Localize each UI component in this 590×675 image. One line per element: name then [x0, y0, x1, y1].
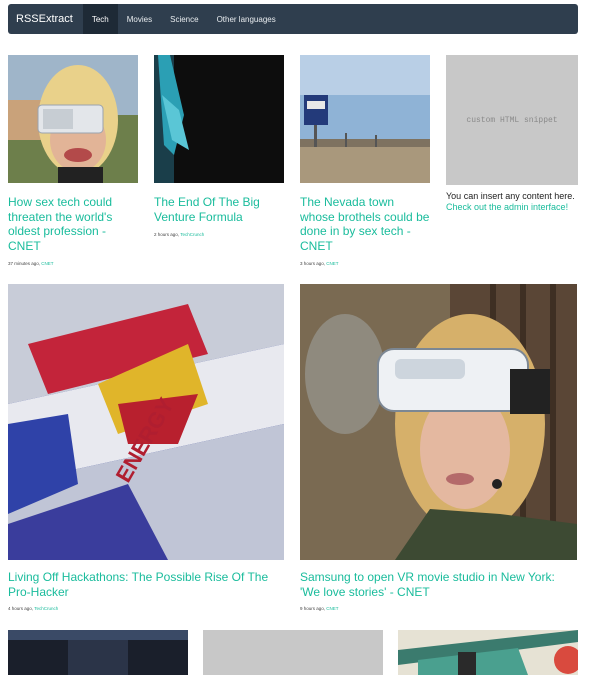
article-time: 4 hours ago, [8, 606, 34, 611]
article-image[interactable] [154, 55, 284, 183]
article-time: 3 hours ago, [300, 261, 326, 266]
article-image[interactable]: ENERGY [8, 284, 284, 560]
article-time: 37 minutes ago, [8, 261, 41, 266]
snippet-label: custom HTML snippet [466, 115, 558, 125]
article-source[interactable]: TechCrunch [180, 232, 204, 237]
article-image[interactable] [8, 55, 138, 183]
snippet-text: You can insert any content here. [446, 191, 575, 201]
snippet-text-block: You can insert any content here. Check o… [446, 191, 578, 212]
article-image[interactable] [300, 284, 577, 560]
nav-tab-tech[interactable]: Tech [82, 4, 118, 34]
article-meta: 4 hours ago, TechCrunch [8, 606, 58, 611]
nav-tab-other-languages[interactable]: Other languages [208, 4, 285, 34]
article-title[interactable]: Samsung to open VR movie studio in New Y… [300, 570, 577, 599]
article-source[interactable]: CNET [41, 261, 53, 266]
nav-tab-movies[interactable]: Movies [118, 4, 161, 34]
article-meta: 9 hours ago, CNET [300, 606, 339, 611]
article-meta: 3 hours ago, CNET [300, 261, 339, 266]
brand-logo[interactable]: RSSExtract [8, 4, 83, 34]
navbar: RSSExtract Tech Movies Science Other lan… [8, 4, 578, 34]
article-image[interactable] [398, 630, 578, 675]
article-title[interactable]: Living Off Hackathons: The Possible Rise… [8, 570, 288, 599]
article-time: 9 hours ago, [300, 606, 326, 611]
article-image[interactable] [300, 55, 430, 183]
article-image[interactable] [8, 630, 188, 675]
article-source[interactable]: TechCrunch [34, 606, 58, 611]
article-meta: 2 hours ago, TechCrunch [154, 232, 204, 237]
article-meta: 37 minutes ago, CNET [8, 261, 54, 266]
article-image[interactable] [203, 630, 383, 675]
article-time: 2 hours ago, [154, 232, 180, 237]
article-title[interactable]: The End Of The Big Venture Formula [154, 195, 282, 224]
article-title[interactable]: The Nevada town whose brothels could be … [300, 195, 432, 253]
article-title[interactable]: How sex tech could threaten the world's … [8, 195, 136, 253]
snippet-placeholder: custom HTML snippet [446, 55, 578, 185]
article-source[interactable]: CNET [326, 261, 338, 266]
nav-tab-science[interactable]: Science [161, 4, 207, 34]
article-source[interactable]: CNET [326, 606, 338, 611]
admin-interface-link[interactable]: Check out the admin interface! [446, 202, 568, 212]
